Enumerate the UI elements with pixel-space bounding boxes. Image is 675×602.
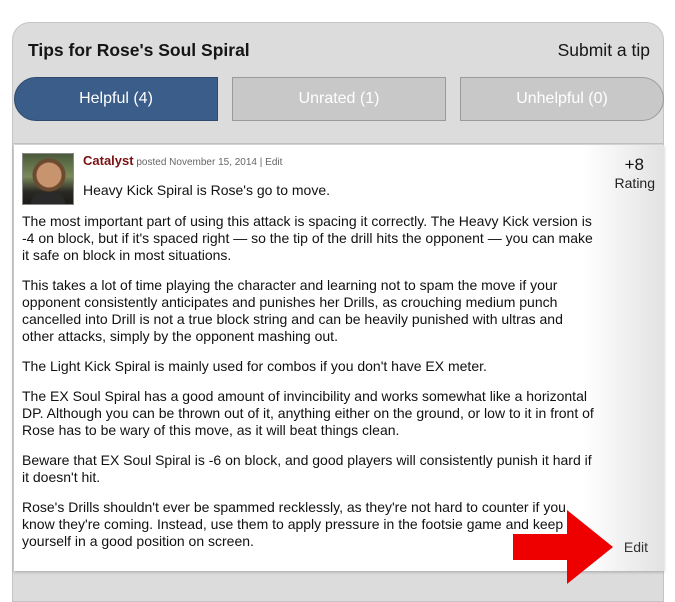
tip-paragraph: The most important part of using this at… — [22, 213, 593, 263]
red-arrow-icon — [513, 510, 613, 584]
meta-edit-link[interactable]: Edit — [265, 157, 282, 168]
author-link[interactable]: Catalyst — [83, 153, 134, 168]
tip-paragraph: Rose's Drills shouldn't ever be spammed … — [22, 499, 566, 549]
tip-meta: Catalyst posted November 15, 2014 | Edit — [83, 153, 282, 168]
tip-paragraph: The Light Kick Spiral is mainly used for… — [22, 358, 487, 374]
posted-date: posted November 15, 2014 | — [136, 157, 263, 168]
tip-card: Catalyst posted November 15, 2014 | Edit… — [14, 145, 664, 571]
tip-paragraph: Beware that EX Soul Spiral is -6 on bloc… — [22, 452, 592, 485]
divider — [13, 143, 663, 144]
tip-paragraph: The EX Soul Spiral has a good amount of … — [22, 388, 594, 438]
tab-helpful[interactable]: Helpful (4) — [14, 77, 218, 121]
edit-tip-link[interactable]: Edit — [624, 539, 648, 555]
rating-column — [584, 145, 664, 571]
tab-unrated[interactable]: Unrated (1) — [232, 77, 446, 121]
page-title: Tips for Rose's Soul Spiral — [28, 40, 250, 60]
tip-summary: Heavy Kick Spiral is Rose's go to move. — [83, 182, 330, 198]
tab-unhelpful[interactable]: Unhelpful (0) — [460, 77, 664, 121]
rating-label: Rating — [614, 175, 655, 191]
tip-body: The most important part of using this at… — [22, 213, 594, 563]
rating-value: +8 — [624, 155, 644, 174]
avatar[interactable] — [22, 153, 74, 205]
tip-paragraph: This takes a lot of time playing the cha… — [22, 277, 563, 344]
submit-tip-link[interactable]: Submit a tip — [558, 40, 650, 61]
